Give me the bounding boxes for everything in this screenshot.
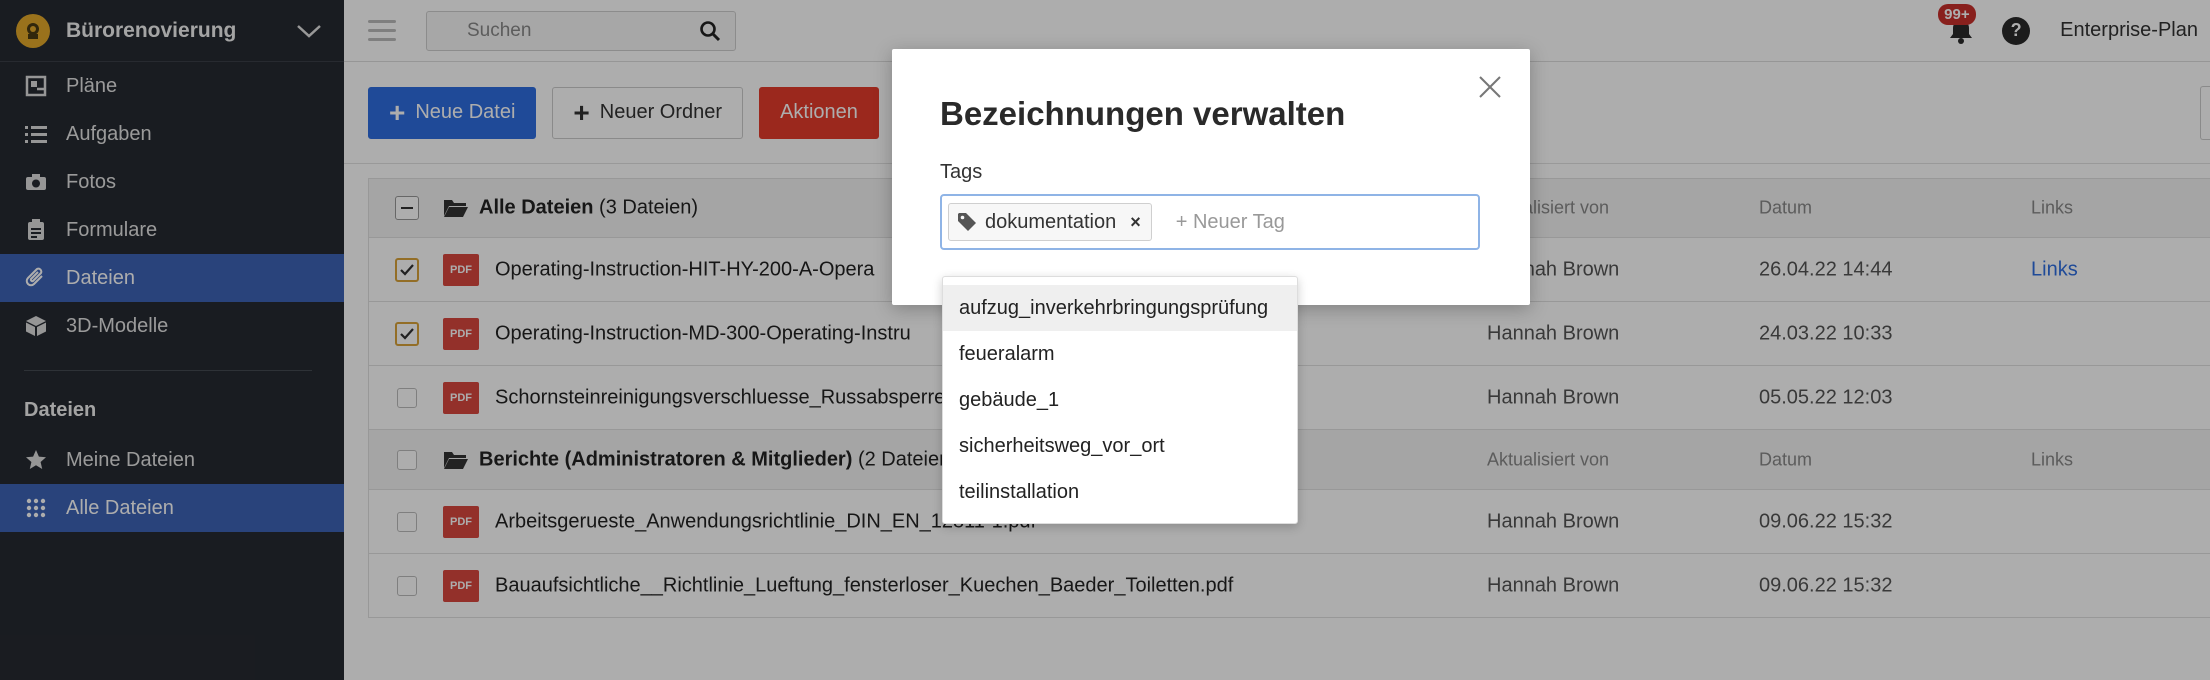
tag-option[interactable]: gebäude_1	[943, 377, 1297, 423]
manage-labels-dialog: Bezeichnungen verwalten Tags dokumentati…	[892, 49, 1530, 305]
tag-option[interactable]: sicherheitsweg_vor_ort	[943, 423, 1297, 469]
new-tag-input[interactable]: + Neuer Tag	[1176, 211, 1285, 234]
tag-option[interactable]: feueralarm	[943, 331, 1297, 377]
tag-suggestions-dropdown: aufzug_inverkehrbringungsprüfung feueral…	[942, 276, 1298, 524]
tags-input[interactable]: dokumentation × + Neuer Tag	[940, 194, 1480, 250]
dialog-title: Bezeichnungen verwalten	[940, 95, 1346, 132]
remove-tag-icon[interactable]: ×	[1130, 212, 1141, 233]
tags-label: Tags	[940, 161, 983, 183]
tag-option[interactable]: aufzug_inverkehrbringungsprüfung	[943, 285, 1297, 331]
close-icon[interactable]	[1476, 73, 1504, 101]
tag-chip: dokumentation ×	[948, 203, 1152, 241]
tag-option[interactable]: teilinstallation	[943, 469, 1297, 515]
tag-chip-label: dokumentation	[985, 210, 1117, 233]
tag-icon	[958, 213, 976, 231]
